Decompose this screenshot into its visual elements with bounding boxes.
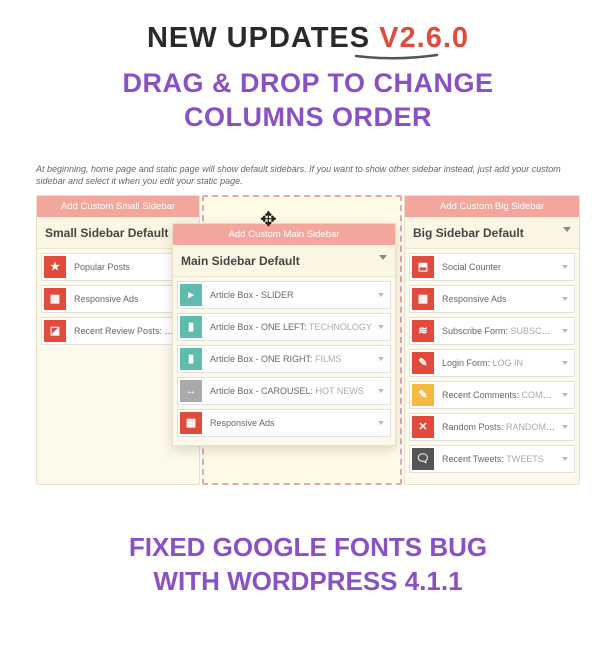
main-sidebar-widgets: ▸Article Box - SLIDER▮Article Box - ONE … — [173, 277, 395, 445]
chevron-down-icon — [562, 425, 568, 429]
chevron-down-icon — [378, 325, 384, 329]
small-sidebar-title-text: Small Sidebar Default — [45, 226, 168, 240]
underline-decoration — [354, 53, 439, 61]
widget-item[interactable]: ✎Recent Comments: COMMENTS — [409, 381, 575, 409]
widget-item[interactable]: 🗨Recent Tweets: TWEETS — [409, 445, 575, 473]
big-sidebar-title[interactable]: Big Sidebar Default — [405, 217, 579, 249]
widget-label: Recent Review Posts: Re... — [68, 326, 182, 336]
chevron-down-icon — [379, 255, 387, 260]
sub-heading-line1: DRAG & DROP TO CHANGE — [122, 68, 493, 98]
widget-icon: ▮ — [180, 316, 202, 338]
widget-icon: ▦ — [44, 288, 66, 310]
widget-label: Recent Comments: COMMENTS — [436, 390, 562, 400]
widget-item[interactable]: ⬒Social Counter — [409, 253, 575, 281]
main-heading: NEW UPDATES V2.6.0 — [0, 22, 616, 55]
widget-item[interactable]: ▮Article Box - ONE LEFT: TECHNOLOGY — [177, 313, 391, 341]
widget-icon: ⬒ — [412, 256, 434, 278]
chevron-down-icon — [562, 329, 568, 333]
footer-heading: FIXED GOOGLE FONTS BUG WITH WORDPRESS 4.… — [0, 531, 616, 599]
chevron-down-icon — [563, 227, 571, 232]
widget-icon: ★ — [44, 256, 66, 278]
main-sidebar-dragging-panel[interactable]: Add Custom Main Sidebar Main Sidebar Def… — [172, 223, 396, 446]
widget-icon: ≋ — [412, 320, 434, 342]
widget-item[interactable]: ▸Article Box - SLIDER — [177, 281, 391, 309]
widget-label: Social Counter — [436, 262, 562, 272]
add-small-sidebar-button[interactable]: Add Custom Small Sidebar — [37, 196, 199, 217]
heading-right: V2.6.0 — [379, 22, 469, 54]
chevron-down-icon — [562, 457, 568, 461]
widget-label: Article Box - ONE RIGHT: FILMS — [204, 354, 378, 364]
big-sidebar-column[interactable]: Add Custom Big Sidebar Big Sidebar Defau… — [404, 195, 580, 485]
heading-left: NEW UPDATES — [147, 22, 379, 54]
widget-icon: ✎ — [412, 352, 434, 374]
widget-label: Recent Tweets: TWEETS — [436, 454, 562, 464]
widget-label: Responsive Ads — [436, 294, 562, 304]
footer-line1: FIXED GOOGLE FONTS BUG — [129, 532, 487, 562]
main-sidebar-title[interactable]: Main Sidebar Default — [173, 245, 395, 277]
widget-label: Subscribe Form: SUBSCRIBE — [436, 326, 562, 336]
footer-line2: WITH WORDPRESS 4.1.1 — [153, 566, 462, 596]
chevron-down-icon — [562, 297, 568, 301]
widget-icon: ▦ — [412, 288, 434, 310]
widget-label: Responsive Ads — [204, 418, 378, 428]
sidebar-demo-screenshot: At beginning, home page and static page … — [36, 163, 580, 485]
chevron-down-icon — [562, 361, 568, 365]
widget-item[interactable]: ✎Login Form: LOG IN — [409, 349, 575, 377]
chevron-down-icon — [378, 357, 384, 361]
widget-icon: ◪ — [44, 320, 66, 342]
instruction-note: At beginning, home page and static page … — [36, 163, 580, 187]
chevron-down-icon — [378, 421, 384, 425]
widget-label: Article Box - ONE LEFT: TECHNOLOGY — [204, 322, 378, 332]
main-sidebar-title-text: Main Sidebar Default — [181, 254, 300, 268]
widget-item[interactable]: ▦Responsive Ads — [409, 285, 575, 313]
widget-icon: ↔ — [180, 380, 202, 402]
widget-label: Responsive Ads — [68, 294, 182, 304]
sub-heading-line2: COLUMNS ORDER — [184, 102, 432, 132]
widget-label: Login Form: LOG IN — [436, 358, 562, 368]
widget-item[interactable]: ✕Random Posts: RANDOM ARTIC... — [409, 413, 575, 441]
widget-label: Article Box - CAROUSEL: HOT NEWS — [204, 386, 378, 396]
chevron-down-icon — [562, 393, 568, 397]
widget-label: Random Posts: RANDOM ARTIC... — [436, 422, 562, 432]
widget-item[interactable]: ≋Subscribe Form: SUBSCRIBE — [409, 317, 575, 345]
widget-icon: ✕ — [412, 416, 434, 438]
widget-label: Article Box - SLIDER — [204, 290, 378, 300]
chevron-down-icon — [378, 293, 384, 297]
add-main-sidebar-button[interactable]: Add Custom Main Sidebar — [173, 224, 395, 245]
big-sidebar-title-text: Big Sidebar Default — [413, 226, 524, 240]
widget-item[interactable]: ▮Article Box - ONE RIGHT: FILMS — [177, 345, 391, 373]
widget-icon: ✎ — [412, 384, 434, 406]
big-sidebar-widgets: ⬒Social Counter ▦Responsive Ads ≋Subscribe… — [405, 249, 579, 481]
widget-icon: ▮ — [180, 348, 202, 370]
widget-icon: ▸ — [180, 284, 202, 306]
add-big-sidebar-button[interactable]: Add Custom Big Sidebar — [405, 196, 579, 217]
sub-heading: DRAG & DROP TO CHANGE COLUMNS ORDER — [0, 67, 616, 135]
widget-item[interactable]: ▦Responsive Ads — [177, 409, 391, 437]
chevron-down-icon — [378, 389, 384, 393]
chevron-down-icon — [562, 265, 568, 269]
widget-label: Popular Posts — [68, 262, 182, 272]
widget-item[interactable]: ↔Article Box - CAROUSEL: HOT NEWS — [177, 377, 391, 405]
widget-icon: ▦ — [180, 412, 202, 434]
widget-icon: 🗨 — [412, 448, 434, 470]
